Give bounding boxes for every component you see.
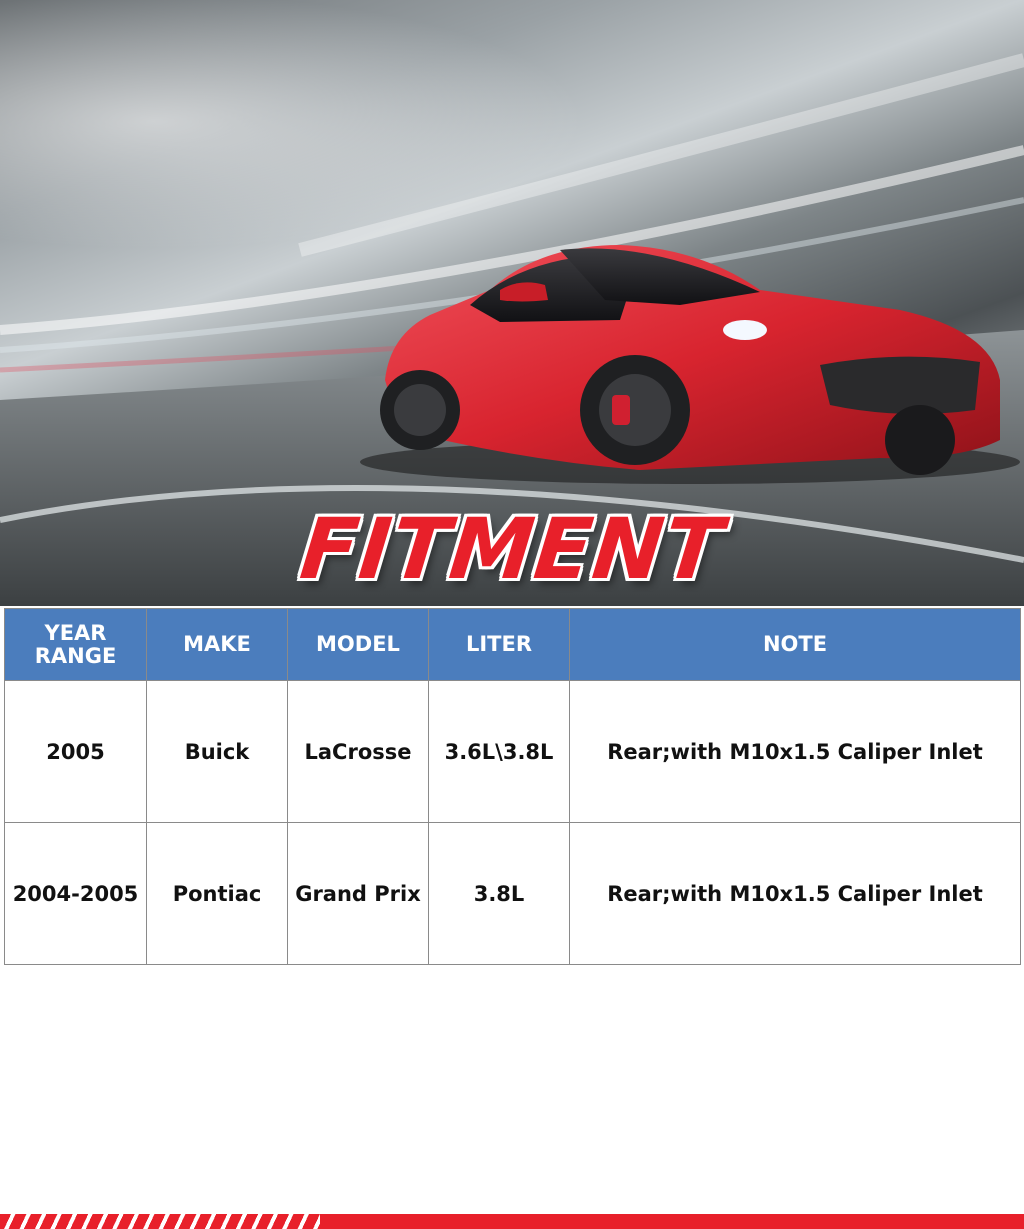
header-note: NOTE [569,608,1021,681]
header-liter: LITER [428,608,570,681]
header-year-range-label: YEAR RANGE [34,620,117,668]
fitment-title: FITMENT [296,500,728,598]
cell-liter: 3.6L\3.8L [428,680,570,823]
cell-note: Rear;with M10x1.5 Caliper Inlet [569,680,1021,823]
header-year-range: YEAR RANGE [4,608,147,681]
cell-year-range: 2004-2005 [4,822,147,965]
cell-model: LaCrosse [287,680,429,823]
table-row: 2005 Buick LaCrosse 3.6L\3.8L Rear;with … [4,680,1021,823]
header-make: MAKE [146,608,288,681]
table-row: 2004-2005 Pontiac Grand Prix 3.8L Rear;w… [4,822,1021,965]
footer-stripe-solid [320,1214,1024,1229]
cell-make: Pontiac [146,822,288,965]
cell-year-range: 2005 [4,680,147,823]
header-model: MODEL [287,608,429,681]
cell-liter: 3.8L [428,822,570,965]
table-header-row: YEAR RANGE MAKE MODEL LITER NOTE [4,608,1021,681]
fitment-table: YEAR RANGE MAKE MODEL LITER NOTE 2005 Bu… [4,608,1021,965]
footer-stripe-bar [0,1214,1024,1229]
cell-model: Grand Prix [287,822,429,965]
cell-make: Buick [146,680,288,823]
hero-banner: FITMENT [0,0,1024,606]
cell-note: Rear;with M10x1.5 Caliper Inlet [569,822,1021,965]
